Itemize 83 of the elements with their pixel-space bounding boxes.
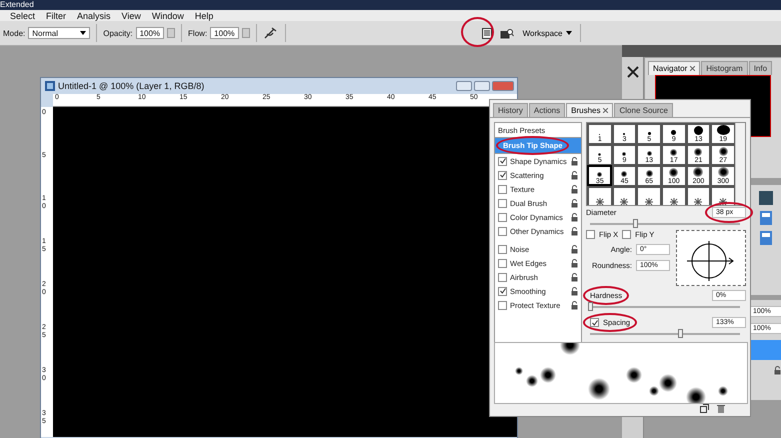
file-browser-icon[interactable] [498,26,515,40]
scatter-brush-icon [693,198,704,205]
window-title: Extended [0,0,781,10]
checkbox[interactable] [622,230,632,239]
scatter-brush-icon [644,198,654,205]
checkbox[interactable] [498,198,507,208]
save-icon[interactable] [760,211,772,225]
save-icon[interactable] [760,231,772,245]
menu-item[interactable]: Filter [46,10,66,20]
lock-icon [571,156,578,166]
panel-tab[interactable]: Clone Source [614,103,673,117]
panel-tab[interactable]: Info [748,61,772,75]
scrollbar[interactable] [735,123,745,205]
panel-tab[interactable]: Histogram [701,61,748,75]
scatter-brush-icon [619,198,630,205]
brush-tip[interactable] [660,186,686,205]
checkbox[interactable] [498,212,507,222]
menu-item[interactable]: Select [10,10,36,20]
menu-item[interactable]: Analysis [77,10,111,20]
menu-item[interactable]: Window [152,10,184,20]
lock-icon [571,170,578,180]
trash-icon[interactable] [717,404,725,413]
highlight-circle [461,17,494,47]
airbrush-icon[interactable] [262,26,279,40]
flow-field[interactable]: 100% [210,27,239,39]
lock-icon [571,226,578,236]
dropdown-arrow-icon [80,31,86,35]
workspace-menu[interactable]: Workspace [520,26,574,40]
brush-tip[interactable] [587,186,612,205]
document-icon[interactable] [480,26,493,40]
checkbox[interactable] [586,230,595,239]
spin-button[interactable] [242,28,250,38]
checkbox[interactable] [498,258,507,268]
scatter-brush-icon [594,198,605,205]
slider-thumb[interactable] [678,329,683,338]
opacity-label: Opacity: [103,28,133,38]
checkbox[interactable] [498,170,507,180]
scatter-brush-icon [668,198,679,205]
checkbox[interactable] [498,272,507,282]
checkbox[interactable] [498,156,507,166]
minimize-button[interactable] [456,81,472,91]
lock-icon [571,244,578,254]
checkbox[interactable] [498,226,507,236]
brush-tip[interactable] [636,186,661,205]
maximize-button[interactable] [474,81,490,91]
slider-thumb[interactable] [588,302,593,311]
checkbox[interactable] [498,286,507,296]
close-icon[interactable] [603,108,608,113]
checkbox[interactable] [590,318,599,327]
menu-item[interactable]: View [122,10,141,20]
lock-icon [571,184,578,194]
scatter-brush-icon [718,198,728,205]
document-title: Untitled-1 @ 100% (Layer 1, RGB/8) [58,81,204,91]
angle-roundness-widget[interactable] [676,230,746,286]
lock-icon [571,272,578,282]
opacity-field[interactable]: 100% [136,27,164,39]
lock-icon [571,198,578,208]
caret-icon [566,31,572,35]
brush-tip[interactable] [686,186,710,205]
flow-label: Flow: [188,28,208,38]
checkbox[interactable] [498,300,507,310]
checkbox[interactable] [498,184,507,194]
mode-label: Mode: [3,28,26,38]
menu-item[interactable]: Help [194,10,214,20]
panel-tab[interactable]: Brushes [566,103,614,117]
panel-tab[interactable]: History [493,103,528,117]
panel-tab[interactable]: Navigator [648,61,700,75]
mode-dropdown[interactable]: Normal [28,27,90,39]
slider-thumb[interactable] [633,219,638,228]
lock-icon [571,212,578,222]
new-preset-icon[interactable] [700,404,709,413]
lock-icon [571,286,578,296]
lock-icon [571,258,578,268]
brush-tip[interactable] [612,186,636,205]
brush-tip[interactable] [710,186,735,205]
panel-tab[interactable]: Actions [528,103,566,117]
close-icon[interactable] [690,66,696,71]
checkbox[interactable] [498,244,507,254]
spin-button[interactable] [167,28,176,38]
document-icon [45,81,55,91]
lock-icon [571,300,578,310]
tools-icon[interactable] [626,65,640,79]
lock-icon [774,366,781,375]
